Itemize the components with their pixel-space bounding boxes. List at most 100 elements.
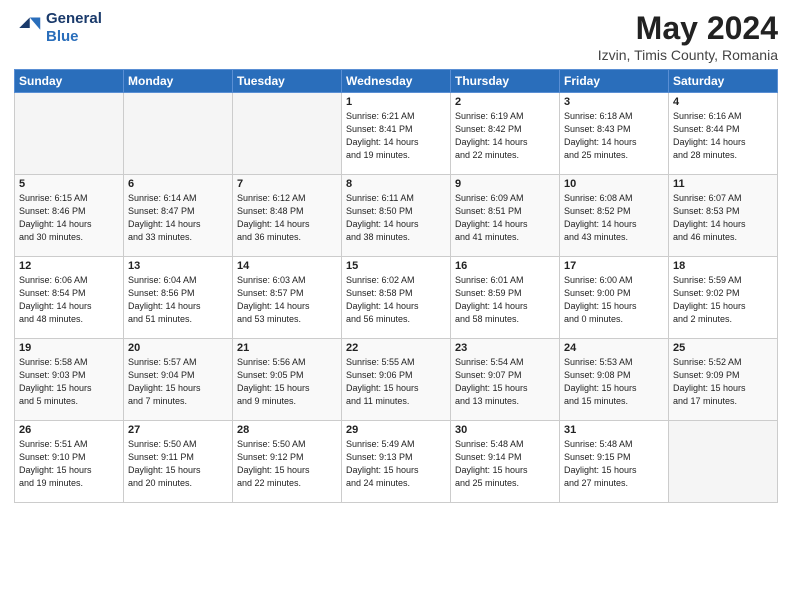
day-info: Sunrise: 6:15 AM Sunset: 8:46 PM Dayligh… [19, 192, 119, 244]
calendar-cell: 10 Sunrise: 6:08 AM Sunset: 8:52 PM Dayli… [560, 175, 669, 257]
calendar-week-1: 1 Sunrise: 6:21 AM Sunset: 8:41 PM Daylig… [15, 93, 778, 175]
day-info: Sunrise: 5:56 AM Sunset: 9:05 PM Dayligh… [237, 356, 337, 408]
day-number: 8 [346, 178, 446, 190]
calendar-cell: 31Sunrise: 5:48 AM Sunset: 9:15 PM Dayli… [560, 421, 669, 503]
calendar-cell: 21 Sunrise: 5:56 AM Sunset: 9:05 PM Dayli… [233, 339, 342, 421]
calendar-cell: 19Sunrise: 5:58 AM Sunset: 9:03 PM Dayli… [15, 339, 124, 421]
day-number: 24 [564, 342, 664, 354]
day-of-week-wednesday: Wednesday [342, 70, 451, 93]
day-info: Sunrise: 5:48 AM Sunset: 9:14 PM Dayligh… [455, 438, 555, 490]
calendar-cell [669, 421, 778, 503]
day-number: 2 [455, 96, 555, 108]
day-info: Sunrise: 5:53 AM Sunset: 9:08 PM Dayligh… [564, 356, 664, 408]
day-info: Sunrise: 6:16 AM Sunset: 8:44 PM Dayligh… [673, 110, 773, 162]
day-number: 27 [128, 424, 228, 436]
day-info: Sunrise: 6:14 AM Sunset: 8:47 PM Dayligh… [128, 192, 228, 244]
day-number: 9 [455, 178, 555, 190]
title-block: May 2024 Izvin, Timis County, Romania [598, 10, 778, 63]
calendar-cell: 18Sunrise: 5:59 AM Sunset: 9:02 PM Dayli… [669, 257, 778, 339]
day-number: 12 [19, 260, 119, 272]
calendar-cell: 8 Sunrise: 6:11 AM Sunset: 8:50 PM Daylig… [342, 175, 451, 257]
day-info: Sunrise: 6:03 AM Sunset: 8:57 PM Dayligh… [237, 274, 337, 326]
day-info: Sunrise: 6:01 AM Sunset: 8:59 PM Dayligh… [455, 274, 555, 326]
day-info: Sunrise: 6:11 AM Sunset: 8:50 PM Dayligh… [346, 192, 446, 244]
day-number: 25 [673, 342, 773, 354]
calendar-week-5: 26 Sunrise: 5:51 AM Sunset: 9:10 PM Dayli… [15, 421, 778, 503]
calendar-cell [15, 93, 124, 175]
day-number: 29 [346, 424, 446, 436]
logo: General Blue [14, 10, 102, 46]
calendar-cell: 28 Sunrise: 5:50 AM Sunset: 9:12 PM Dayli… [233, 421, 342, 503]
day-info: Sunrise: 5:58 AM Sunset: 9:03 PM Dayligh… [19, 356, 119, 408]
day-of-week-sunday: Sunday [15, 70, 124, 93]
day-info: Sunrise: 6:08 AM Sunset: 8:52 PM Dayligh… [564, 192, 664, 244]
calendar-cell: 3Sunrise: 6:18 AM Sunset: 8:43 PM Daylig… [560, 93, 669, 175]
calendar-cell: 13Sunrise: 6:04 AM Sunset: 8:56 PM Dayli… [124, 257, 233, 339]
day-info: Sunrise: 6:06 AM Sunset: 8:54 PM Dayligh… [19, 274, 119, 326]
day-number: 15 [346, 260, 446, 272]
day-number: 22 [346, 342, 446, 354]
day-info: Sunrise: 5:48 AM Sunset: 9:15 PM Dayligh… [564, 438, 664, 490]
calendar-cell: 5 Sunrise: 6:15 AM Sunset: 8:46 PM Daylig… [15, 175, 124, 257]
day-info: Sunrise: 6:19 AM Sunset: 8:42 PM Dayligh… [455, 110, 555, 162]
day-info: Sunrise: 6:21 AM Sunset: 8:41 PM Dayligh… [346, 110, 446, 162]
logo-icon [14, 14, 42, 42]
day-number: 7 [237, 178, 337, 190]
day-number: 18 [673, 260, 773, 272]
day-of-week-monday: Monday [124, 70, 233, 93]
day-info: Sunrise: 6:07 AM Sunset: 8:53 PM Dayligh… [673, 192, 773, 244]
day-number: 30 [455, 424, 555, 436]
day-number: 5 [19, 178, 119, 190]
calendar-cell: 23 Sunrise: 5:54 AM Sunset: 9:07 PM Dayli… [451, 339, 560, 421]
month-year: May 2024 [598, 10, 778, 47]
calendar-cell: 12 Sunrise: 6:06 AM Sunset: 8:54 PM Dayli… [15, 257, 124, 339]
header: General Blue May 2024 Izvin, Timis Count… [14, 10, 778, 63]
day-info: Sunrise: 5:57 AM Sunset: 9:04 PM Dayligh… [128, 356, 228, 408]
calendar-cell: 27 Sunrise: 5:50 AM Sunset: 9:11 PM Dayli… [124, 421, 233, 503]
calendar-week-4: 19Sunrise: 5:58 AM Sunset: 9:03 PM Dayli… [15, 339, 778, 421]
day-number: 20 [128, 342, 228, 354]
calendar-cell: 29Sunrise: 5:49 AM Sunset: 9:13 PM Dayli… [342, 421, 451, 503]
calendar-cell: 6 Sunrise: 6:14 AM Sunset: 8:47 PM Daylig… [124, 175, 233, 257]
day-number: 3 [564, 96, 664, 108]
day-of-week-thursday: Thursday [451, 70, 560, 93]
calendar-week-2: 5 Sunrise: 6:15 AM Sunset: 8:46 PM Daylig… [15, 175, 778, 257]
calendar-header-row: SundayMondayTuesdayWednesdayThursdayFrid… [15, 70, 778, 93]
day-info: Sunrise: 5:51 AM Sunset: 9:10 PM Dayligh… [19, 438, 119, 490]
day-number: 23 [455, 342, 555, 354]
calendar-cell: 26 Sunrise: 5:51 AM Sunset: 9:10 PM Dayli… [15, 421, 124, 503]
day-info: Sunrise: 5:54 AM Sunset: 9:07 PM Dayligh… [455, 356, 555, 408]
day-info: Sunrise: 6:12 AM Sunset: 8:48 PM Dayligh… [237, 192, 337, 244]
day-info: Sunrise: 5:50 AM Sunset: 9:11 PM Dayligh… [128, 438, 228, 490]
calendar-cell: 30 Sunrise: 5:48 AM Sunset: 9:14 PM Dayli… [451, 421, 560, 503]
calendar-cell [124, 93, 233, 175]
day-of-week-saturday: Saturday [669, 70, 778, 93]
calendar-cell: 1 Sunrise: 6:21 AM Sunset: 8:41 PM Daylig… [342, 93, 451, 175]
calendar-cell: 4Sunrise: 6:16 AM Sunset: 8:44 PM Daylig… [669, 93, 778, 175]
calendar-cell: 11Sunrise: 6:07 AM Sunset: 8:53 PM Dayli… [669, 175, 778, 257]
logo-text: General Blue [46, 10, 102, 46]
day-info: Sunrise: 5:55 AM Sunset: 9:06 PM Dayligh… [346, 356, 446, 408]
calendar-cell: 22 Sunrise: 5:55 AM Sunset: 9:06 PM Dayli… [342, 339, 451, 421]
day-number: 16 [455, 260, 555, 272]
calendar-cell: 20 Sunrise: 5:57 AM Sunset: 9:04 PM Dayli… [124, 339, 233, 421]
day-number: 10 [564, 178, 664, 190]
day-number: 1 [346, 96, 446, 108]
day-number: 6 [128, 178, 228, 190]
day-number: 26 [19, 424, 119, 436]
day-number: 28 [237, 424, 337, 436]
day-info: Sunrise: 6:09 AM Sunset: 8:51 PM Dayligh… [455, 192, 555, 244]
calendar-cell [233, 93, 342, 175]
calendar-cell: 15 Sunrise: 6:02 AM Sunset: 8:58 PM Dayli… [342, 257, 451, 339]
calendar-cell: 2 Sunrise: 6:19 AM Sunset: 8:42 PM Daylig… [451, 93, 560, 175]
calendar-cell: 24 Sunrise: 5:53 AM Sunset: 9:08 PM Dayli… [560, 339, 669, 421]
day-info: Sunrise: 6:00 AM Sunset: 9:00 PM Dayligh… [564, 274, 664, 326]
calendar-page: General Blue May 2024 Izvin, Timis Count… [0, 0, 792, 612]
location: Izvin, Timis County, Romania [598, 47, 778, 63]
calendar-week-3: 12 Sunrise: 6:06 AM Sunset: 8:54 PM Dayli… [15, 257, 778, 339]
day-of-week-friday: Friday [560, 70, 669, 93]
day-info: Sunrise: 5:50 AM Sunset: 9:12 PM Dayligh… [237, 438, 337, 490]
day-number: 21 [237, 342, 337, 354]
day-info: Sunrise: 6:04 AM Sunset: 8:56 PM Dayligh… [128, 274, 228, 326]
day-info: Sunrise: 6:02 AM Sunset: 8:58 PM Dayligh… [346, 274, 446, 326]
